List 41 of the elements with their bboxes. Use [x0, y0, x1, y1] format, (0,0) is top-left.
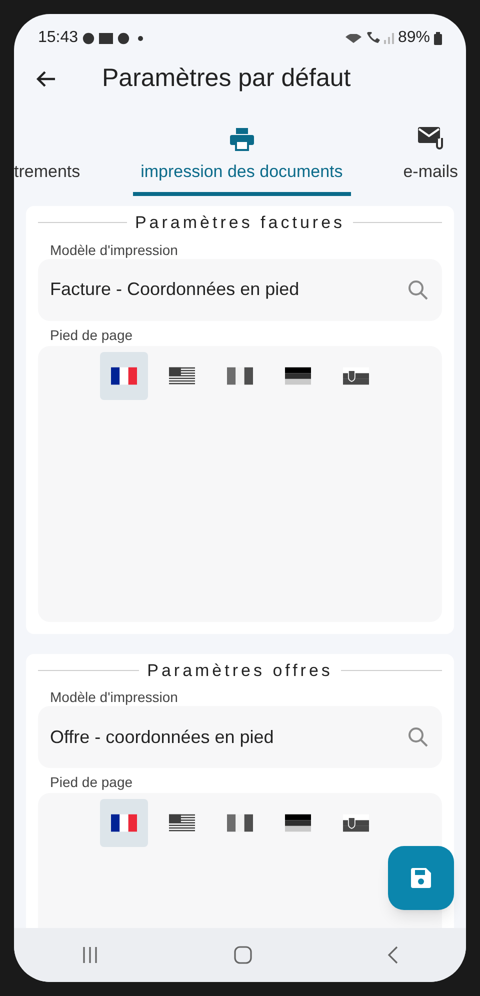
field-value: Offre - coordonnées en pied	[50, 726, 274, 749]
flag-icon	[169, 366, 195, 384]
tab[interactable]: e-mails	[395, 124, 466, 196]
dot-icon	[138, 36, 144, 40]
flag-icon	[343, 366, 369, 384]
field-label: Modèle d'impression	[49, 688, 179, 707]
flag-icon	[227, 814, 253, 832]
field-label: Modèle d'impression	[49, 240, 179, 260]
status-time: 15:43	[38, 28, 78, 48]
template-field[interactable]: Offre - coordonnées en pied	[38, 706, 442, 768]
printer-icon	[228, 126, 255, 150]
field-label: Pied de page	[49, 773, 134, 792]
search-icon[interactable]	[406, 278, 430, 302]
flag-icon	[343, 814, 369, 832]
field-value: Facture - Coordonnées en pied	[50, 278, 300, 301]
wifi-icon	[344, 34, 362, 42]
back-icon[interactable]	[386, 945, 400, 965]
section-title: Paramètres offres	[147, 660, 333, 682]
search-icon[interactable]	[406, 725, 430, 749]
flag-icon	[111, 366, 137, 384]
flag-icon	[285, 366, 311, 384]
save-button[interactable]	[388, 846, 454, 910]
save-icon	[410, 867, 432, 889]
tab[interactable]: impression des documents	[132, 126, 351, 196]
home-icon[interactable]	[232, 945, 253, 965]
signal-icon	[384, 32, 394, 44]
flag-icon	[227, 366, 253, 384]
flag-icon	[169, 814, 195, 832]
flag-icon	[111, 814, 137, 832]
tab[interactable]: trements	[14, 158, 88, 196]
page-title: Paramètres par défaut	[102, 63, 351, 94]
battery-percent: 89%	[398, 28, 430, 48]
phone-icon	[366, 32, 380, 44]
battery-icon	[434, 32, 442, 44]
flag-icon	[285, 814, 311, 832]
field-label: Pied de page	[49, 326, 134, 345]
flag-button[interactable]	[100, 799, 148, 847]
template-field[interactable]: Facture - Coordonnées en pied	[38, 258, 442, 320]
mail-attachment-icon	[416, 124, 445, 150]
section-title: Paramètres factures	[134, 212, 346, 234]
flag-button[interactable]	[100, 352, 148, 400]
